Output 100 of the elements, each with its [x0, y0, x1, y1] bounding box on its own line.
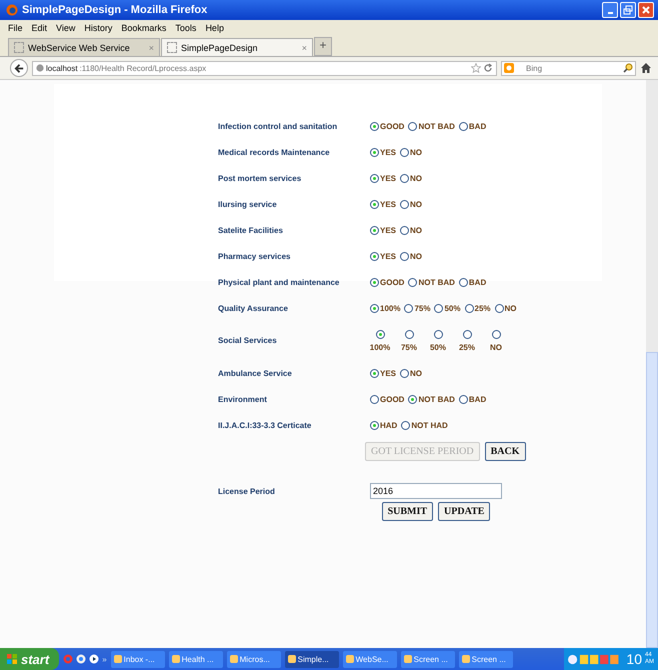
radio-button[interactable] — [400, 368, 410, 378]
radio-button[interactable] — [464, 304, 474, 312]
option-label: 100% — [370, 342, 390, 352]
option-label: YES — [380, 174, 396, 182]
option-label: NO — [490, 342, 502, 352]
radio-button[interactable] — [408, 394, 418, 404]
option-label: 50% — [430, 342, 446, 352]
search-field[interactable]: Bing — [501, 60, 636, 76]
taskbar-button[interactable]: Screen ... — [400, 650, 455, 668]
option-label: BAD — [468, 394, 486, 404]
windows-logo-icon — [6, 653, 18, 665]
field-label: Quality Assurance — [218, 304, 289, 312]
menu-item[interactable]: View — [56, 23, 76, 33]
radio-button[interactable] — [376, 330, 384, 338]
radio-button[interactable] — [370, 420, 379, 430]
tab-title: SimplePageDesign — [181, 42, 258, 52]
menu-item[interactable]: History — [84, 23, 112, 33]
minimize-button[interactable] — [602, 2, 618, 18]
back-button[interactable]: BACK — [484, 442, 526, 461]
field-label: Physical plant and maintenance — [218, 278, 340, 286]
chevron-button[interactable]: » — [102, 654, 107, 664]
address-bar[interactable]: localhost :1180/Health Record/Lprocess.aspx — [32, 60, 497, 76]
option-label: HAD — [380, 420, 398, 430]
radio-button[interactable] — [404, 304, 414, 312]
field-label: Social Services — [218, 336, 278, 345]
home-icon[interactable] — [640, 62, 652, 74]
taskbar-button[interactable]: Inbox -... — [110, 650, 165, 668]
option-label: YES — [380, 252, 396, 260]
menu-item[interactable]: File — [8, 23, 23, 33]
radio-button[interactable] — [492, 330, 500, 338]
restore-icon — [623, 5, 633, 15]
close-icon — [641, 5, 651, 15]
browser-tab[interactable]: WebService Web Service × — [8, 38, 160, 56]
taskbar-button[interactable]: Screen ... — [458, 650, 513, 668]
field-label: II.J.A.C.I:33-3.3 Certicate — [218, 420, 312, 430]
option-label: BAD — [468, 122, 486, 130]
option-label: 75% — [400, 342, 417, 352]
radio-button[interactable] — [404, 330, 414, 338]
field-label: Medical records Maintenance — [218, 148, 331, 156]
option-label: NO — [410, 174, 422, 182]
option-label: YES — [380, 148, 396, 156]
search-icon[interactable] — [623, 63, 633, 73]
globe-icon — [36, 64, 44, 72]
option-label: NOT BAD — [418, 394, 455, 404]
field-label: Post mortem services — [218, 174, 302, 182]
radio-button[interactable] — [458, 394, 468, 404]
field-label: Infection control and sanitation — [218, 122, 338, 130]
radio-button[interactable] — [370, 394, 379, 404]
radio-button[interactable] — [401, 420, 410, 430]
option-label: NOT HAD — [411, 420, 448, 430]
option-label: YES — [380, 226, 396, 234]
menu-item[interactable]: Bookmarks — [121, 23, 166, 33]
radio-button[interactable] — [494, 304, 504, 312]
menu-item[interactable]: Edit — [32, 23, 48, 33]
field-label: Satelite Facilities — [218, 226, 284, 234]
new-tab-button[interactable]: + — [314, 37, 332, 56]
option-label: NO — [410, 368, 422, 378]
back-arrow-icon — [14, 62, 24, 74]
menu-item[interactable]: Tools — [175, 23, 196, 33]
media-player-icon[interactable] — [89, 654, 100, 664]
radio-button[interactable] — [370, 368, 379, 378]
start-button[interactable]: start — [0, 648, 60, 670]
option-label: NOT BAD — [418, 278, 455, 286]
option-label: YES — [380, 200, 396, 208]
option-label: 100% — [380, 304, 400, 312]
option-label: NOT BAD — [418, 122, 455, 130]
radio-button[interactable] — [462, 330, 472, 338]
close-button[interactable] — [638, 2, 654, 18]
option-label: GOOD — [380, 122, 404, 130]
radio-button[interactable] — [434, 304, 444, 312]
taskbar-button[interactable]: WebSe... — [342, 650, 397, 668]
window-title: SimplePageDesign - Mozilla Firefox — [22, 4, 208, 16]
radio-button[interactable] — [370, 304, 379, 312]
option-label: YES — [380, 368, 396, 378]
submit-button[interactable]: SUBMIT — [382, 502, 434, 521]
menu-item[interactable]: Help — [205, 23, 224, 33]
taskbar-button[interactable]: Micros... — [226, 650, 281, 668]
browser-tab[interactable]: SimplePageDesign × — [161, 38, 313, 56]
taskbar-button[interactable]: Simple... — [284, 650, 339, 668]
browser-logo-icon — [6, 4, 18, 16]
reload-icon[interactable] — [483, 63, 493, 73]
scrollbar[interactable] — [646, 80, 658, 648]
restore-button[interactable] — [620, 2, 636, 18]
clock-hour: 10 — [626, 651, 642, 667]
browser-icon[interactable] — [76, 654, 86, 664]
tab-title: WebService Web Service — [28, 42, 130, 52]
radio-button[interactable] — [434, 330, 442, 338]
taskbar-button[interactable]: Health ... — [168, 650, 223, 668]
field-label: Ambulance Service — [218, 368, 293, 378]
option-label: NO — [504, 304, 517, 312]
option-label: 25% — [458, 342, 475, 352]
star-icon[interactable] — [471, 63, 481, 73]
license-period-field[interactable]: 2016 — [370, 483, 502, 499]
option-label: NO — [410, 226, 422, 234]
back-button[interactable] — [10, 59, 28, 77]
option-label: NO — [410, 200, 422, 208]
field-label: License Period — [218, 486, 276, 498]
option-label: 25% — [474, 304, 491, 312]
field-label: Ilursing service — [218, 200, 278, 208]
update-button[interactable]: UPDATE — [438, 502, 490, 521]
